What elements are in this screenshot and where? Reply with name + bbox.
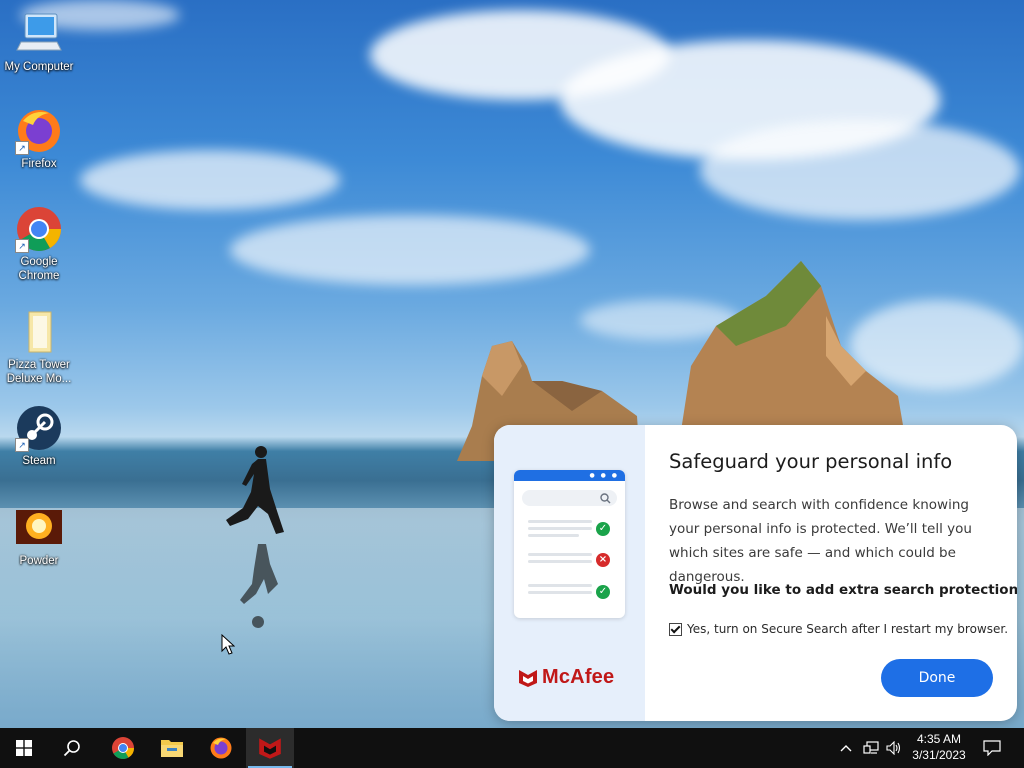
steam-icon: ↗	[15, 404, 63, 452]
popup-illustration-panel: ● ● ● ✓ × ✓ McAfee	[494, 425, 645, 721]
done-button[interactable]: Done	[881, 659, 993, 697]
folder-icon	[15, 308, 63, 356]
popup-description: Browse and search with confidence knowin…	[669, 497, 972, 585]
search-icon	[63, 740, 80, 757]
taskbar-firefox[interactable]	[197, 728, 245, 768]
desktop-icon-google-chrome[interactable]: ↗ Google Chrome	[2, 205, 76, 283]
desktop-icon-label: Google Chrome	[18, 256, 60, 282]
chrome-icon	[112, 737, 134, 759]
desktop-icon-label: Steam	[22, 455, 56, 467]
speaker-icon	[886, 741, 901, 755]
taskbar-file-explorer[interactable]	[148, 728, 196, 768]
illustration-result-row	[528, 584, 592, 598]
powder-icon	[15, 504, 63, 552]
show-hidden-icons-button[interactable]	[836, 728, 856, 768]
network-button[interactable]	[860, 728, 882, 768]
chevron-up-icon	[840, 745, 852, 752]
brand-name: McAfee	[542, 666, 615, 688]
browser-title-bar: ● ● ●	[514, 470, 625, 481]
network-icon	[863, 741, 879, 754]
secure-search-checkbox-label[interactable]: Yes, turn on Secure Search after I resta…	[687, 622, 1008, 636]
popup-question: Would you like to add extra search prote…	[669, 582, 1017, 598]
illustration-result-row	[528, 520, 592, 541]
desktop-icon-label: Pizza Tower Deluxe Mo...	[6, 359, 72, 385]
illustration-search-bar	[522, 490, 617, 506]
desktop-icon-label: Firefox	[21, 158, 57, 170]
taskbar: 4:35 AM 3/31/2023	[0, 728, 1024, 768]
clock-time: 4:35 AM	[916, 732, 962, 746]
illustration-result-row	[528, 553, 592, 567]
firefox-icon	[210, 737, 232, 759]
chrome-icon: ↗	[15, 205, 63, 253]
check-icon: ✓	[596, 585, 610, 599]
browser-illustration: ● ● ● ✓ × ✓	[514, 470, 625, 618]
computer-icon	[15, 10, 63, 58]
action-center-button[interactable]	[978, 728, 1006, 768]
popup-title: Safeguard your personal info	[669, 450, 953, 473]
mcafee-popup: ● ● ● ✓ × ✓ McAfee Safeguard your person…	[494, 425, 1017, 721]
desktop-icon-label: My Computer	[4, 61, 74, 73]
mcafee-logo: McAfee	[518, 666, 614, 689]
taskbar-chrome[interactable]	[99, 728, 147, 768]
runner-silhouette	[226, 446, 284, 628]
volume-button[interactable]	[883, 728, 905, 768]
desktop-icon-firefox[interactable]: ↗ Firefox	[2, 107, 76, 171]
mcafee-icon	[259, 738, 281, 759]
notification-icon	[983, 740, 1001, 756]
desktop-icon-my-computer[interactable]: My Computer	[2, 10, 76, 74]
taskbar-mcafee[interactable]	[246, 728, 294, 768]
start-button[interactable]	[0, 728, 48, 768]
file-explorer-icon	[161, 740, 183, 757]
desktop-icon-powder[interactable]: Powder	[2, 504, 76, 568]
firefox-icon: ↗	[15, 107, 63, 155]
desktop-icon-label: Powder	[19, 555, 59, 567]
clock-date: 3/31/2023	[912, 748, 966, 762]
taskbar-clock[interactable]: 4:35 AM 3/31/2023	[906, 731, 972, 763]
shortcut-arrow-icon: ↗	[15, 438, 29, 452]
secure-search-option[interactable]: Yes, turn on Secure Search after I resta…	[669, 622, 1008, 636]
shortcut-arrow-icon: ↗	[15, 141, 29, 155]
secure-search-checkbox[interactable]	[669, 622, 682, 636]
shortcut-arrow-icon: ↗	[15, 239, 29, 253]
rock-right	[681, 261, 904, 431]
taskbar-search-button[interactable]	[48, 728, 96, 768]
danger-icon: ×	[596, 553, 610, 567]
mcafee-shield-icon	[519, 669, 537, 687]
desktop-icon-steam[interactable]: ↗ Steam	[2, 404, 76, 468]
search-icon	[600, 493, 611, 504]
desktop-icon-pizza-tower[interactable]: Pizza Tower Deluxe Mo...	[2, 308, 76, 386]
check-icon: ✓	[596, 522, 610, 536]
windows-start-icon	[16, 740, 32, 756]
mouse-cursor-icon	[221, 634, 235, 655]
